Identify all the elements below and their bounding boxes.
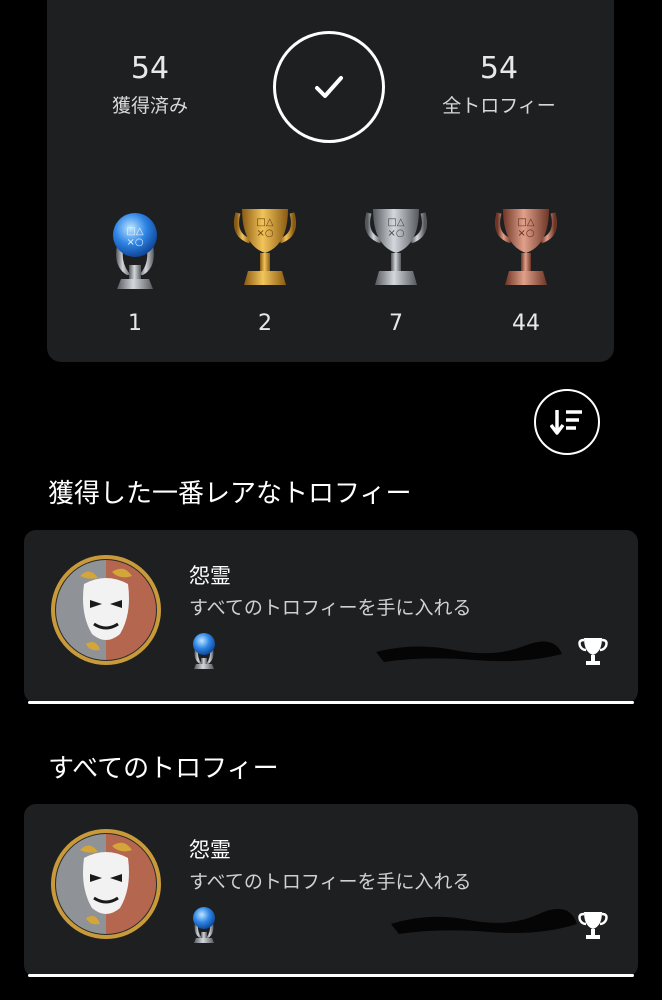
svg-text:×○: ×○ bbox=[126, 237, 143, 248]
svg-text:□△: □△ bbox=[517, 217, 534, 228]
bronze-count: 44 bbox=[512, 311, 540, 336]
svg-text:×○: ×○ bbox=[256, 228, 273, 239]
trophy-avatar-icon bbox=[51, 555, 161, 665]
silver-trophy-icon: □△ ×○ bbox=[365, 209, 427, 285]
trophy-avatar-icon bbox=[51, 829, 161, 939]
svg-text:□△: □△ bbox=[387, 217, 404, 228]
total-label: 全トロフィー bbox=[442, 95, 556, 117]
svg-text:×○: ×○ bbox=[517, 228, 534, 239]
sort-icon bbox=[550, 410, 582, 435]
card-selection-underline bbox=[28, 701, 634, 704]
gold-trophy-stat: □△ ×○ 2 bbox=[215, 205, 315, 336]
svg-text:□△: □△ bbox=[126, 226, 143, 237]
earned-label: 獲得済み bbox=[111, 95, 188, 117]
earned-count: 54 bbox=[130, 51, 170, 86]
gold-trophy-icon: □△ ×○ bbox=[234, 209, 296, 285]
check-icon bbox=[315, 76, 343, 98]
silver-count: 7 bbox=[389, 311, 403, 336]
svg-text:□△: □△ bbox=[256, 217, 273, 228]
trophy-description: すべてのトロフィーを手に入れる bbox=[189, 597, 472, 619]
sort-button[interactable] bbox=[534, 389, 600, 455]
card-selection-underline bbox=[28, 974, 634, 977]
redaction-scribble bbox=[376, 641, 562, 662]
trophy-name: 怨霊 bbox=[189, 564, 231, 588]
platinum-trophy-icon: □△ ×○ bbox=[113, 213, 157, 289]
trophy-icon bbox=[578, 912, 608, 939]
total-count: 54 bbox=[479, 51, 519, 86]
bronze-trophy-stat: □△ ×○ 44 bbox=[476, 205, 576, 336]
silver-trophy-stat: □△ ×○ 7 bbox=[346, 205, 446, 336]
completion-badge bbox=[273, 31, 385, 143]
platinum-grade-icon bbox=[193, 907, 215, 943]
trophy-icon bbox=[578, 638, 608, 665]
trophy-summary-card: 54 獲得済み 54 全トロフィー □△ ×○ 1 □△ ×○ 2 □△ ×○ … bbox=[47, 0, 614, 362]
platinum-grade-icon bbox=[193, 633, 215, 669]
svg-text:×○: ×○ bbox=[387, 228, 404, 239]
rarest-trophy-heading: 獲得した一番レアなトロフィー bbox=[48, 479, 412, 509]
trophy-name: 怨霊 bbox=[189, 838, 231, 862]
rarest-trophy-card[interactable]: 怨霊 すべてのトロフィーを手に入れる bbox=[24, 530, 638, 703]
all-trophies-heading: すべてのトロフィー bbox=[48, 754, 279, 784]
platinum-count: 1 bbox=[128, 311, 142, 336]
trophy-description: すべてのトロフィーを手に入れる bbox=[189, 871, 472, 893]
earned-stat: 54 獲得済み bbox=[70, 51, 230, 119]
total-stat: 54 全トロフィー bbox=[419, 51, 579, 119]
bronze-trophy-icon: □△ ×○ bbox=[495, 209, 557, 285]
trophy-list-item[interactable]: 怨霊 すべてのトロフィーを手に入れる bbox=[24, 804, 638, 977]
redaction-scribble bbox=[391, 908, 577, 934]
platinum-trophy-stat: □△ ×○ 1 bbox=[85, 205, 185, 336]
gold-count: 2 bbox=[258, 311, 272, 336]
